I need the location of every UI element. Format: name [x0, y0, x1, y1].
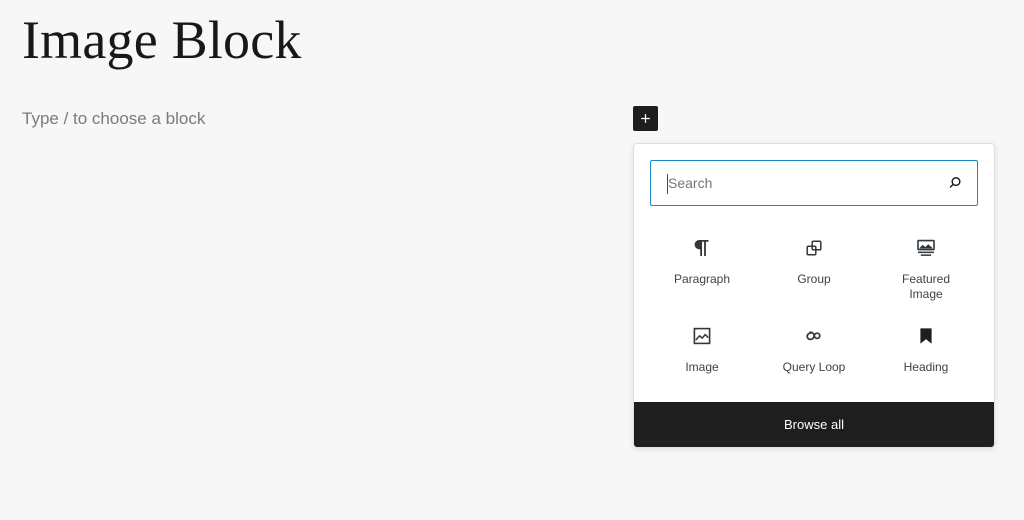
block-item-label: Paragraph — [673, 272, 731, 286]
block-item-query-loop[interactable]: Query Loop — [758, 310, 870, 388]
block-inserter-toggle-button[interactable] — [633, 106, 658, 131]
block-item-group[interactable]: Group — [758, 222, 870, 308]
group-icon — [802, 232, 826, 264]
block-item-label: Heading — [903, 360, 949, 374]
search-container — [634, 144, 994, 214]
block-item-label: Image — [685, 360, 719, 374]
text-caret — [667, 174, 668, 194]
block-inserter-popover: Paragraph Group — [633, 143, 995, 448]
block-item-label: Query Loop — [782, 360, 846, 374]
search-icon[interactable] — [941, 169, 969, 197]
paragraph-icon — [690, 232, 714, 264]
block-item-featured-image[interactable]: Featured Image — [870, 222, 982, 308]
plus-icon — [638, 111, 653, 126]
block-type-grid: Paragraph Group Featured Image Image Que… — [634, 214, 994, 402]
search-field[interactable] — [650, 160, 978, 206]
image-icon — [690, 320, 714, 352]
block-item-image[interactable]: Image — [646, 310, 758, 388]
block-item-label: Featured Image — [901, 272, 951, 301]
editor-canvas: Image Block Type / to choose a block Sea… — [0, 0, 1024, 520]
empty-paragraph-placeholder[interactable]: Type / to choose a block — [22, 106, 205, 132]
query-loop-icon — [802, 320, 826, 352]
search-input[interactable] — [651, 161, 977, 205]
featured-image-icon — [914, 232, 938, 264]
heading-icon — [914, 320, 938, 352]
block-item-heading[interactable]: Heading — [870, 310, 982, 388]
block-item-label: Group — [797, 272, 831, 286]
block-item-paragraph[interactable]: Paragraph — [646, 222, 758, 308]
browse-all-button[interactable]: Browse all — [634, 402, 994, 447]
page-title[interactable]: Image Block — [22, 8, 302, 72]
